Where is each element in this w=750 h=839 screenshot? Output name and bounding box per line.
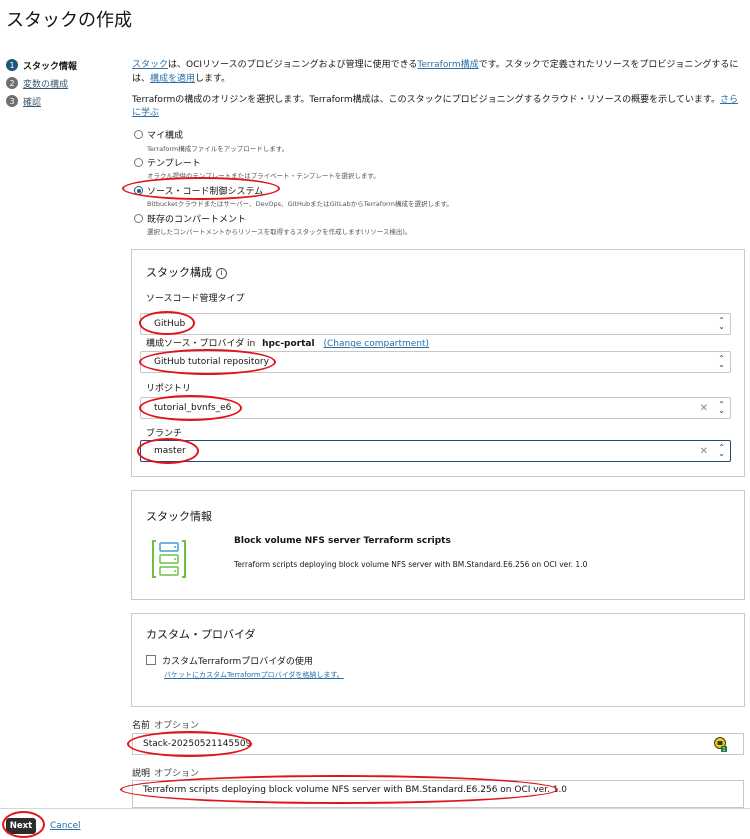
radio-label: マイ構成 [147, 131, 184, 141]
select-value: GitHub tutorial repository [154, 357, 269, 367]
provider-label: 構成ソース・プロバイダ in hpc-portal (Change compar… [146, 336, 429, 349]
intro-text: スタックは、OCIリソースのプロビジョニングおよび管理に使用できるTerrafo… [132, 58, 744, 86]
server-stack-icon [152, 540, 186, 578]
repository-label: リポジトリ [146, 384, 192, 394]
source-type-select[interactable]: GitHub ⌃ ⌄ [140, 313, 731, 335]
password-manager-icon[interactable]: 1 [713, 737, 727, 752]
radio-label: 既存のコンパートメント [147, 215, 247, 225]
stack-info-title: スタック情報 [146, 510, 212, 523]
radio-description: 選択したコンパートメントからリソースを取得するスタックを作成します(リソース検出… [147, 228, 412, 236]
radio-button[interactable] [134, 130, 143, 139]
step-stack-info[interactable]: 1 スタック情報 [6, 56, 77, 74]
radio-description: Terraform構成ファイルをアップロードします。 [147, 145, 289, 153]
select-value: GitHub [154, 319, 186, 329]
provider-select[interactable]: GitHub tutorial repository ⌃ ⌄ [140, 351, 731, 373]
branch-select[interactable]: master ✕ ⌃ ⌄ [140, 440, 731, 462]
footer-bar: Next Cancel [0, 808, 750, 839]
stack-link[interactable]: スタック [132, 60, 168, 70]
stack-config-title: スタック構成 i [146, 264, 227, 280]
provider-compartment: hpc-portal [262, 339, 315, 349]
description-value: Terraform scripts deploying block volume… [143, 785, 568, 795]
custom-provider-checkbox-row[interactable]: カスタムTerraformプロバイダの使用 [146, 654, 313, 667]
cancel-link[interactable]: Cancel [50, 821, 81, 831]
step-label: 確認 [23, 97, 42, 108]
wizard-steps: 1 スタック情報 2 変数の構成 3 確認 [6, 56, 77, 110]
origin-description: Terraformの構成のオリジンを選択します。Terraform構成は、このス… [132, 94, 744, 120]
info-icon[interactable]: i [216, 268, 227, 279]
terraform-config-link[interactable]: Terraform構成 [417, 60, 478, 70]
stack-info-description: Terraform scripts deploying block volume… [234, 560, 588, 569]
branch-label: ブランチ [146, 429, 183, 439]
radio-button[interactable] [134, 158, 143, 167]
svg-text:1: 1 [722, 747, 725, 752]
chevron-up-down-icon: ⌃ ⌄ [718, 443, 725, 458]
radio-my-config[interactable]: マイ構成 [134, 128, 183, 141]
select-value: master [154, 446, 186, 456]
intro-text-part: します。 [195, 74, 231, 84]
step-label: 変数の構成 [23, 79, 69, 90]
radio-label: テンプレート [147, 159, 201, 169]
provider-label-text: 構成ソース・プロバイダ in [146, 339, 256, 349]
stack-info-name: Block volume NFS server Terraform script… [234, 536, 451, 546]
chevron-up-down-icon: ⌃ ⌄ [718, 316, 725, 331]
name-input[interactable]: Stack-20250521145509 1 [132, 733, 744, 755]
clear-icon[interactable]: ✕ [700, 403, 708, 414]
page-title: スタックの作成 [6, 10, 132, 31]
name-input-value: Stack-20250521145509 [143, 739, 252, 749]
radio-source-control[interactable]: ソース・コード制御システム [134, 184, 263, 197]
intro-text-part: は、OCIリソースのプロビジョニングおよび管理に使用できる [168, 60, 418, 70]
radio-template[interactable]: テンプレート [134, 156, 201, 169]
source-type-label: ソースコード管理タイプ [146, 294, 245, 304]
apply-config-link[interactable]: 構成を適用 [150, 74, 195, 84]
description-label: 説明 オプション [132, 766, 199, 779]
chevron-up-down-icon: ⌃ ⌄ [718, 400, 725, 415]
next-button[interactable]: Next [6, 818, 36, 834]
change-compartment-link[interactable]: (Change compartment) [323, 339, 429, 349]
step-label: スタック情報 [23, 61, 78, 72]
custom-provider-title: カスタム・プロバイダ [146, 628, 256, 641]
radio-existing-compartment[interactable]: 既存のコンパートメント [134, 212, 246, 225]
clear-icon[interactable]: ✕ [700, 446, 708, 457]
repository-select[interactable]: tutorial_bvnfs_e6 ✕ ⌃ ⌄ [140, 397, 731, 419]
optional-tag: オプション [154, 769, 200, 779]
radio-button-selected[interactable] [134, 186, 143, 195]
description-label-text: 説明 [132, 769, 151, 779]
name-label: 名前 オプション [132, 718, 199, 731]
step-number: 1 [6, 59, 18, 71]
custom-provider-bucket-link[interactable]: バケットにカスタムTerraformプロバイダを格納します。 [164, 670, 344, 680]
radio-description: オラクル提供のテンプレートまたはプライベート・テンプレートを選択します。 [147, 172, 380, 180]
origin-text: Terraformの構成のオリジンを選択します。Terraform構成は、このス… [132, 95, 720, 105]
radio-label: ソース・コード制御システム [147, 187, 264, 197]
radio-description: Bitbucketクラウドまたはサーバー、DevOps、GitHubまたはGit… [147, 200, 453, 208]
name-label-text: 名前 [132, 721, 151, 731]
step-number: 2 [6, 77, 18, 89]
radio-button[interactable] [134, 214, 143, 223]
checkbox-label: カスタムTerraformプロバイダの使用 [162, 657, 313, 667]
step-number: 3 [6, 95, 18, 107]
step-variables[interactable]: 2 変数の構成 [6, 74, 77, 92]
step-review[interactable]: 3 確認 [6, 92, 77, 110]
chevron-up-down-icon: ⌃ ⌄ [718, 354, 725, 369]
custom-provider-checkbox[interactable] [146, 655, 156, 665]
optional-tag: オプション [154, 721, 200, 731]
stack-config-title-text: スタック構成 [146, 266, 212, 279]
description-textarea[interactable]: Terraform scripts deploying block volume… [132, 780, 744, 808]
select-value: tutorial_bvnfs_e6 [154, 403, 232, 413]
